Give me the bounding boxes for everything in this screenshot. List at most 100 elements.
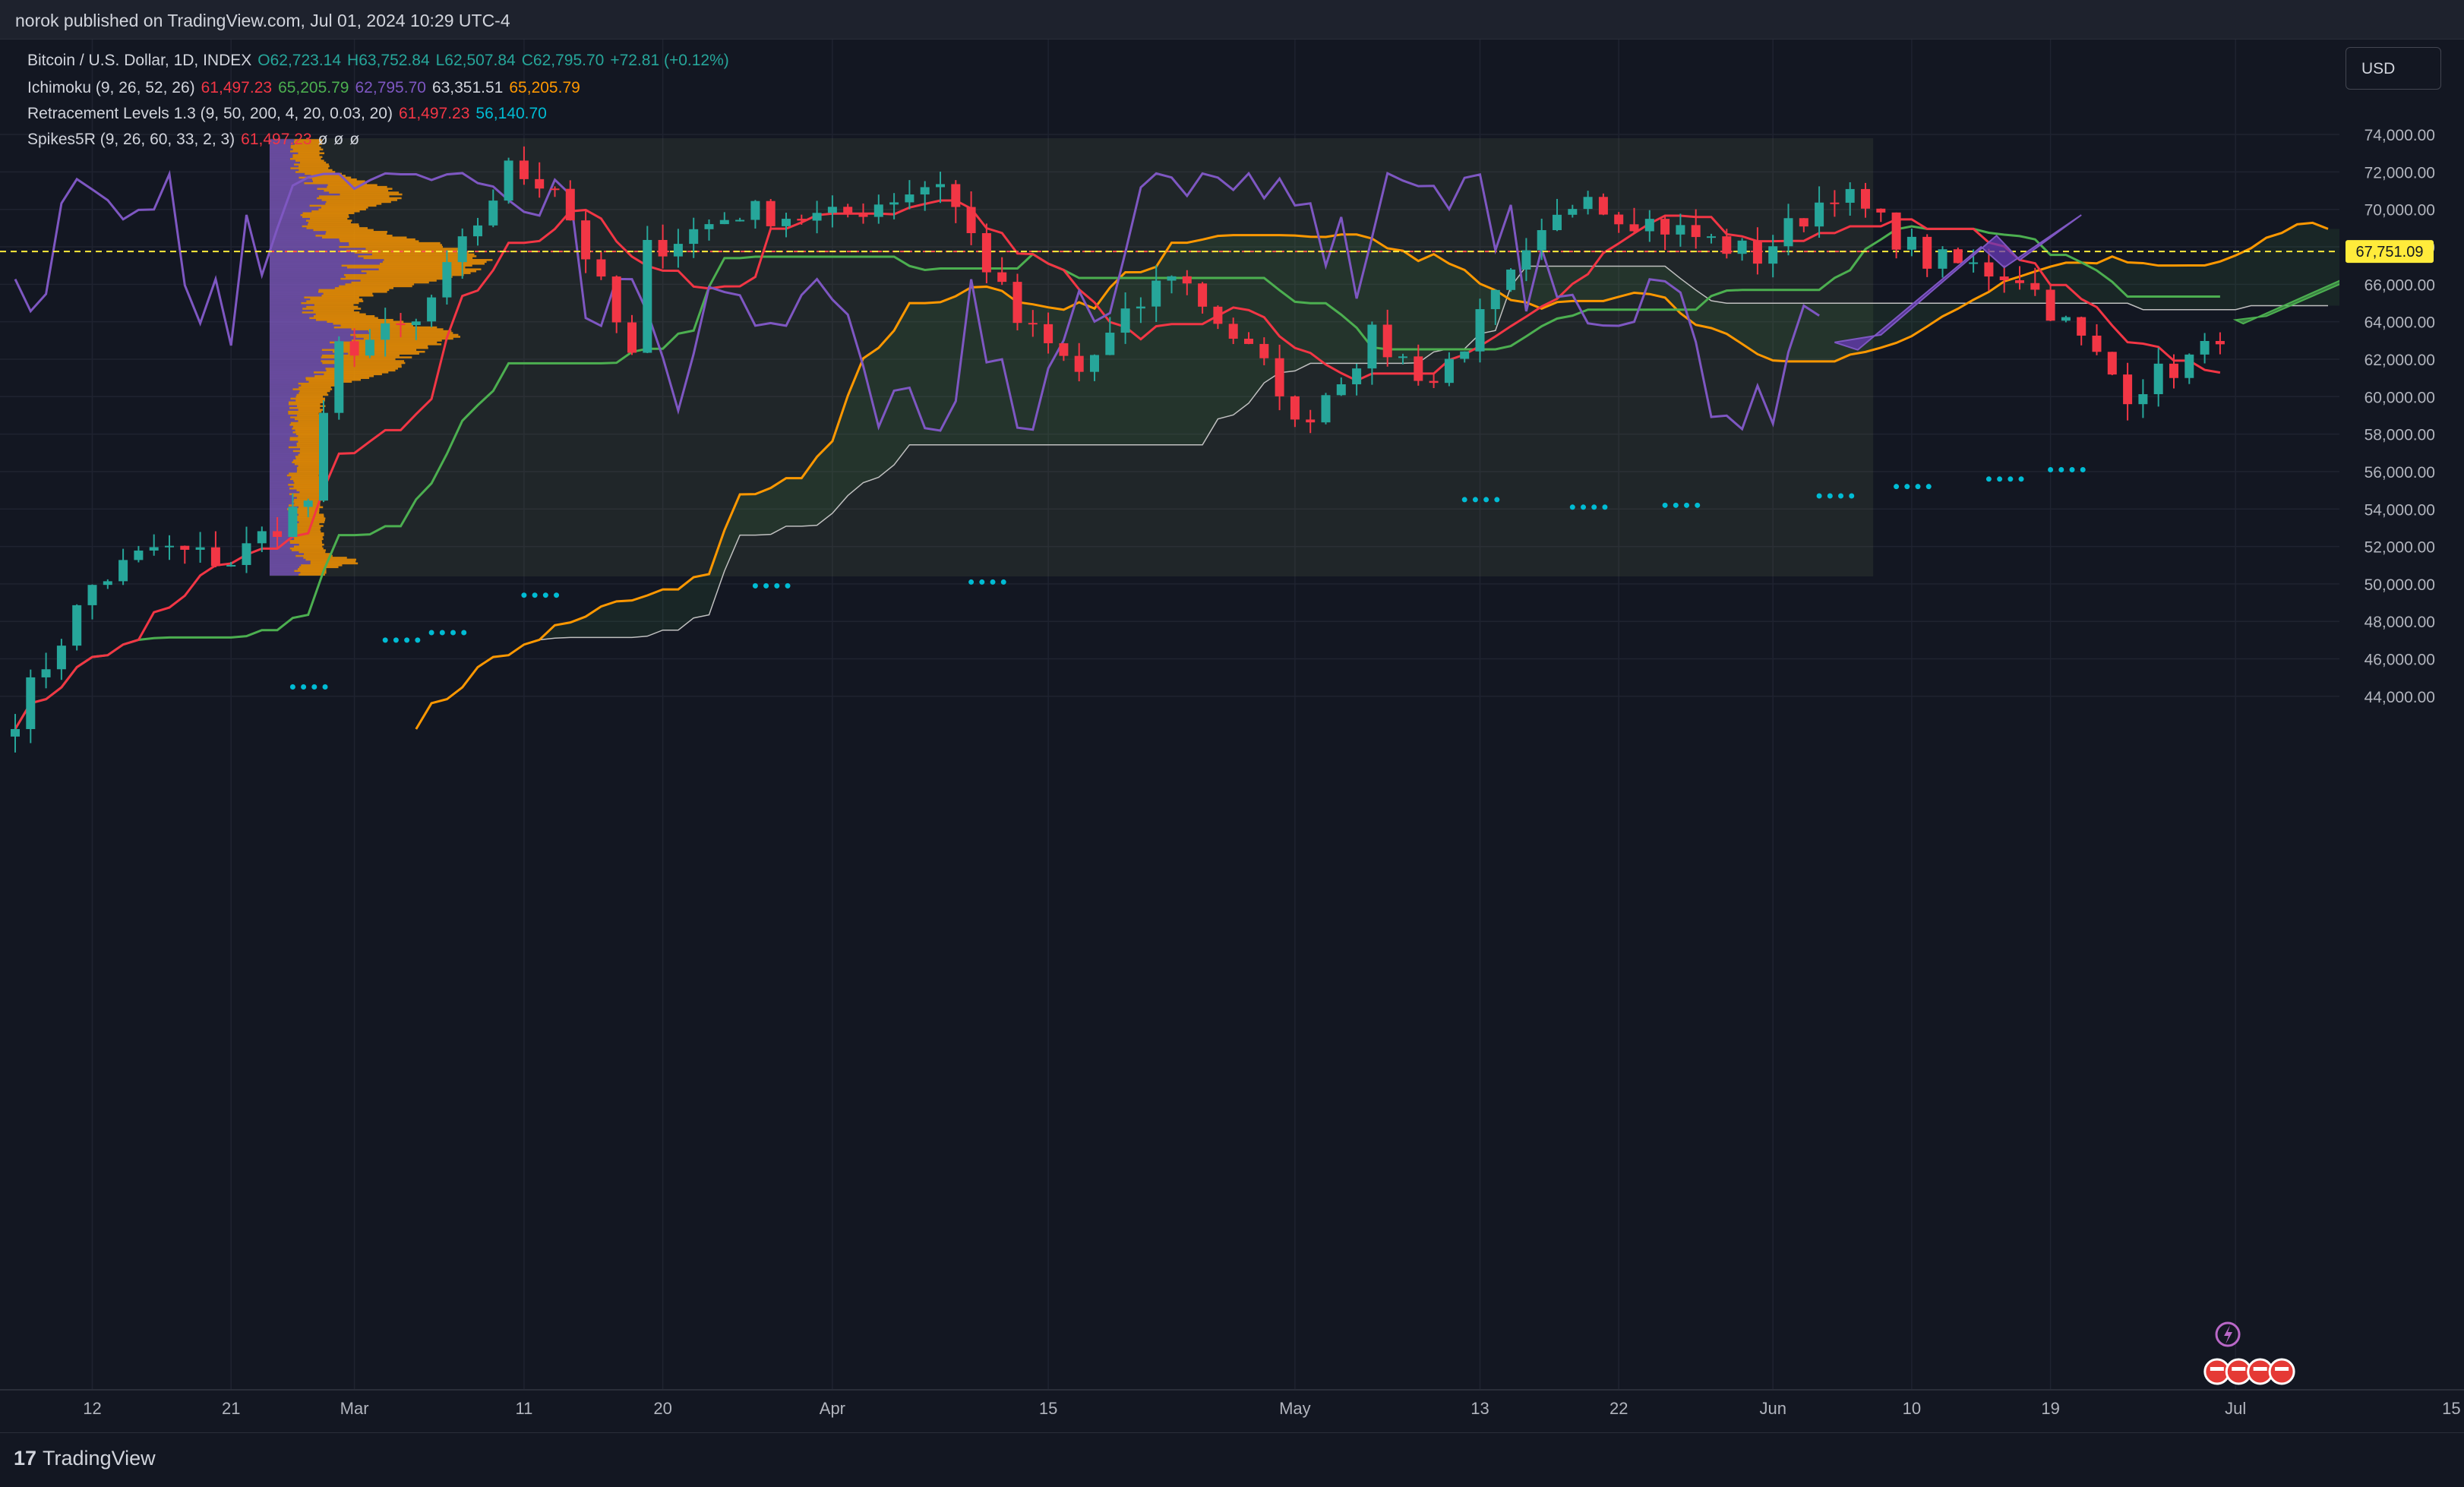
- spike-dot: [1925, 484, 1932, 490]
- candle-body: [2169, 363, 2178, 378]
- profile-bar-down: [360, 279, 437, 282]
- profile-bar-down: [327, 320, 404, 324]
- candle-body: [1105, 333, 1115, 355]
- profile-bar-down: [324, 189, 389, 192]
- profile-bar-down: [300, 213, 349, 216]
- profile-bar-up: [269, 461, 292, 463]
- candle-body: [797, 219, 807, 221]
- profile-bar-up: [269, 526, 290, 529]
- candle-body: [673, 244, 683, 257]
- profile-bar-up: [269, 305, 307, 308]
- legend-symbol[interactable]: Bitcoin / U.S. Dollar, 1D, INDEX O62,723.…: [27, 52, 735, 70]
- profile-bar-up: [269, 234, 316, 237]
- spike-dot: [393, 637, 399, 643]
- tradingview-brand[interactable]: 17 TradingView: [14, 1447, 156, 1470]
- profile-bar-up: [269, 223, 308, 226]
- profile-bar-down: [294, 529, 321, 531]
- spike-dot: [752, 582, 758, 589]
- profile-bar-up: [269, 424, 290, 426]
- candle-body: [1783, 218, 1793, 247]
- profile-bar-up: [269, 478, 290, 481]
- legend-retracement[interactable]: Retracement Levels 1.3 (9, 50, 200, 4, 2…: [27, 105, 553, 123]
- profile-bar-up: [269, 377, 306, 380]
- legend-ichimoku[interactable]: Ichimoku (9, 26, 52, 26) 61,497.23 65,205.…: [27, 79, 586, 97]
- candle-body: [2153, 363, 2163, 395]
- legend-spikes-v3: ø: [333, 131, 344, 148]
- profile-bar-up: [269, 433, 296, 435]
- profile-bar-up: [269, 354, 322, 357]
- profile-bar-up: [269, 309, 314, 312]
- candle-body: [719, 219, 729, 225]
- spike-dot: [1684, 502, 1690, 508]
- profile-bar-up: [269, 491, 300, 494]
- profile-bar-down: [291, 549, 326, 551]
- profile-bar-down: [310, 217, 348, 220]
- profile-bar-down: [345, 276, 453, 278]
- price-chart[interactable]: 44,000.00 46,000.00 48,000.00 50,000.00 52,0…: [0, 39, 2464, 1432]
- profile-bar-down: [289, 401, 324, 404]
- candle-body: [381, 323, 390, 340]
- candle-body: [966, 207, 976, 233]
- candle-body: [1012, 282, 1022, 324]
- profile-bar-down: [310, 560, 356, 563]
- profile-bar-down: [289, 406, 321, 409]
- profile-bar-up: [269, 277, 341, 280]
- profile-bar-up: [269, 481, 295, 485]
- profile-bar-down: [351, 339, 442, 342]
- profile-bar-up: [269, 390, 300, 393]
- profile-bar-up: [269, 184, 328, 187]
- legend-high: H63,752.84: [347, 52, 430, 69]
- profile-bar-up: [269, 406, 290, 409]
- candle-body: [1074, 355, 1084, 372]
- candle-body: [303, 500, 313, 507]
- profile-bar-down: [313, 309, 354, 312]
- profile-bar-up: [269, 554, 296, 557]
- legend-spikes[interactable]: Spikes5R (9, 26, 60, 33, 2, 3) 61,497.23 ø…: [27, 131, 365, 149]
- profile-bar-down: [290, 397, 325, 400]
- profile-bar-down: [349, 242, 441, 245]
- profile-bar-down: [289, 150, 320, 153]
- profile-bar-down: [309, 317, 378, 320]
- candle-body: [1429, 380, 1439, 384]
- profile-bar-up: [269, 232, 326, 235]
- candle-body: [1845, 188, 1855, 203]
- profile-bar-down: [292, 153, 320, 156]
- profile-bar-down: [314, 304, 354, 306]
- candle-body: [2215, 340, 2225, 345]
- profile-bar-down: [310, 298, 363, 301]
- profile-bar-down: [303, 553, 332, 555]
- spike-dot: [2080, 466, 2086, 472]
- price-tick-label: 46,000.00: [2364, 652, 2435, 669]
- candle-body: [1969, 262, 1979, 264]
- candle-body: [1876, 208, 1886, 213]
- candle-body: [334, 341, 344, 413]
- candle-body: [180, 545, 190, 550]
- profile-bar-up: [269, 199, 322, 201]
- profile-bar-down: [317, 290, 387, 293]
- time-tick-label: 10: [1903, 1399, 1921, 1418]
- profile-bar-down: [306, 227, 368, 229]
- profile-bar-down: [309, 204, 377, 207]
- currency-button[interactable]: USD: [2346, 47, 2441, 90]
- profile-bar-down: [289, 539, 322, 542]
- profile-bar-up: [269, 175, 311, 177]
- profile-bar-up: [269, 469, 298, 471]
- profile-bar-up: [269, 425, 293, 428]
- profile-bar-down: [288, 446, 321, 449]
- profile-bar-down: [308, 221, 352, 224]
- profile-bar-up: [269, 421, 291, 425]
- profile-bar-down: [296, 519, 325, 522]
- candle-body: [2061, 317, 2071, 321]
- profile-bar-up: [269, 150, 290, 153]
- candle-body: [2092, 335, 2102, 352]
- profile-bar-up: [269, 204, 310, 207]
- time-axis: 12 21 Mar 11 20 Apr 15 May 13 22 Jun 10 19 Jul 15: [0, 1389, 2464, 1432]
- profile-bar-up: [269, 330, 368, 333]
- profile-bar-down: [321, 294, 374, 297]
- candle-body: [1629, 224, 1639, 232]
- profile-bar-up: [269, 399, 296, 402]
- profile-bar-down: [315, 313, 366, 316]
- profile-bar-up: [269, 217, 311, 220]
- profile-bar-down: [299, 392, 327, 394]
- spike-dot: [1915, 484, 1921, 490]
